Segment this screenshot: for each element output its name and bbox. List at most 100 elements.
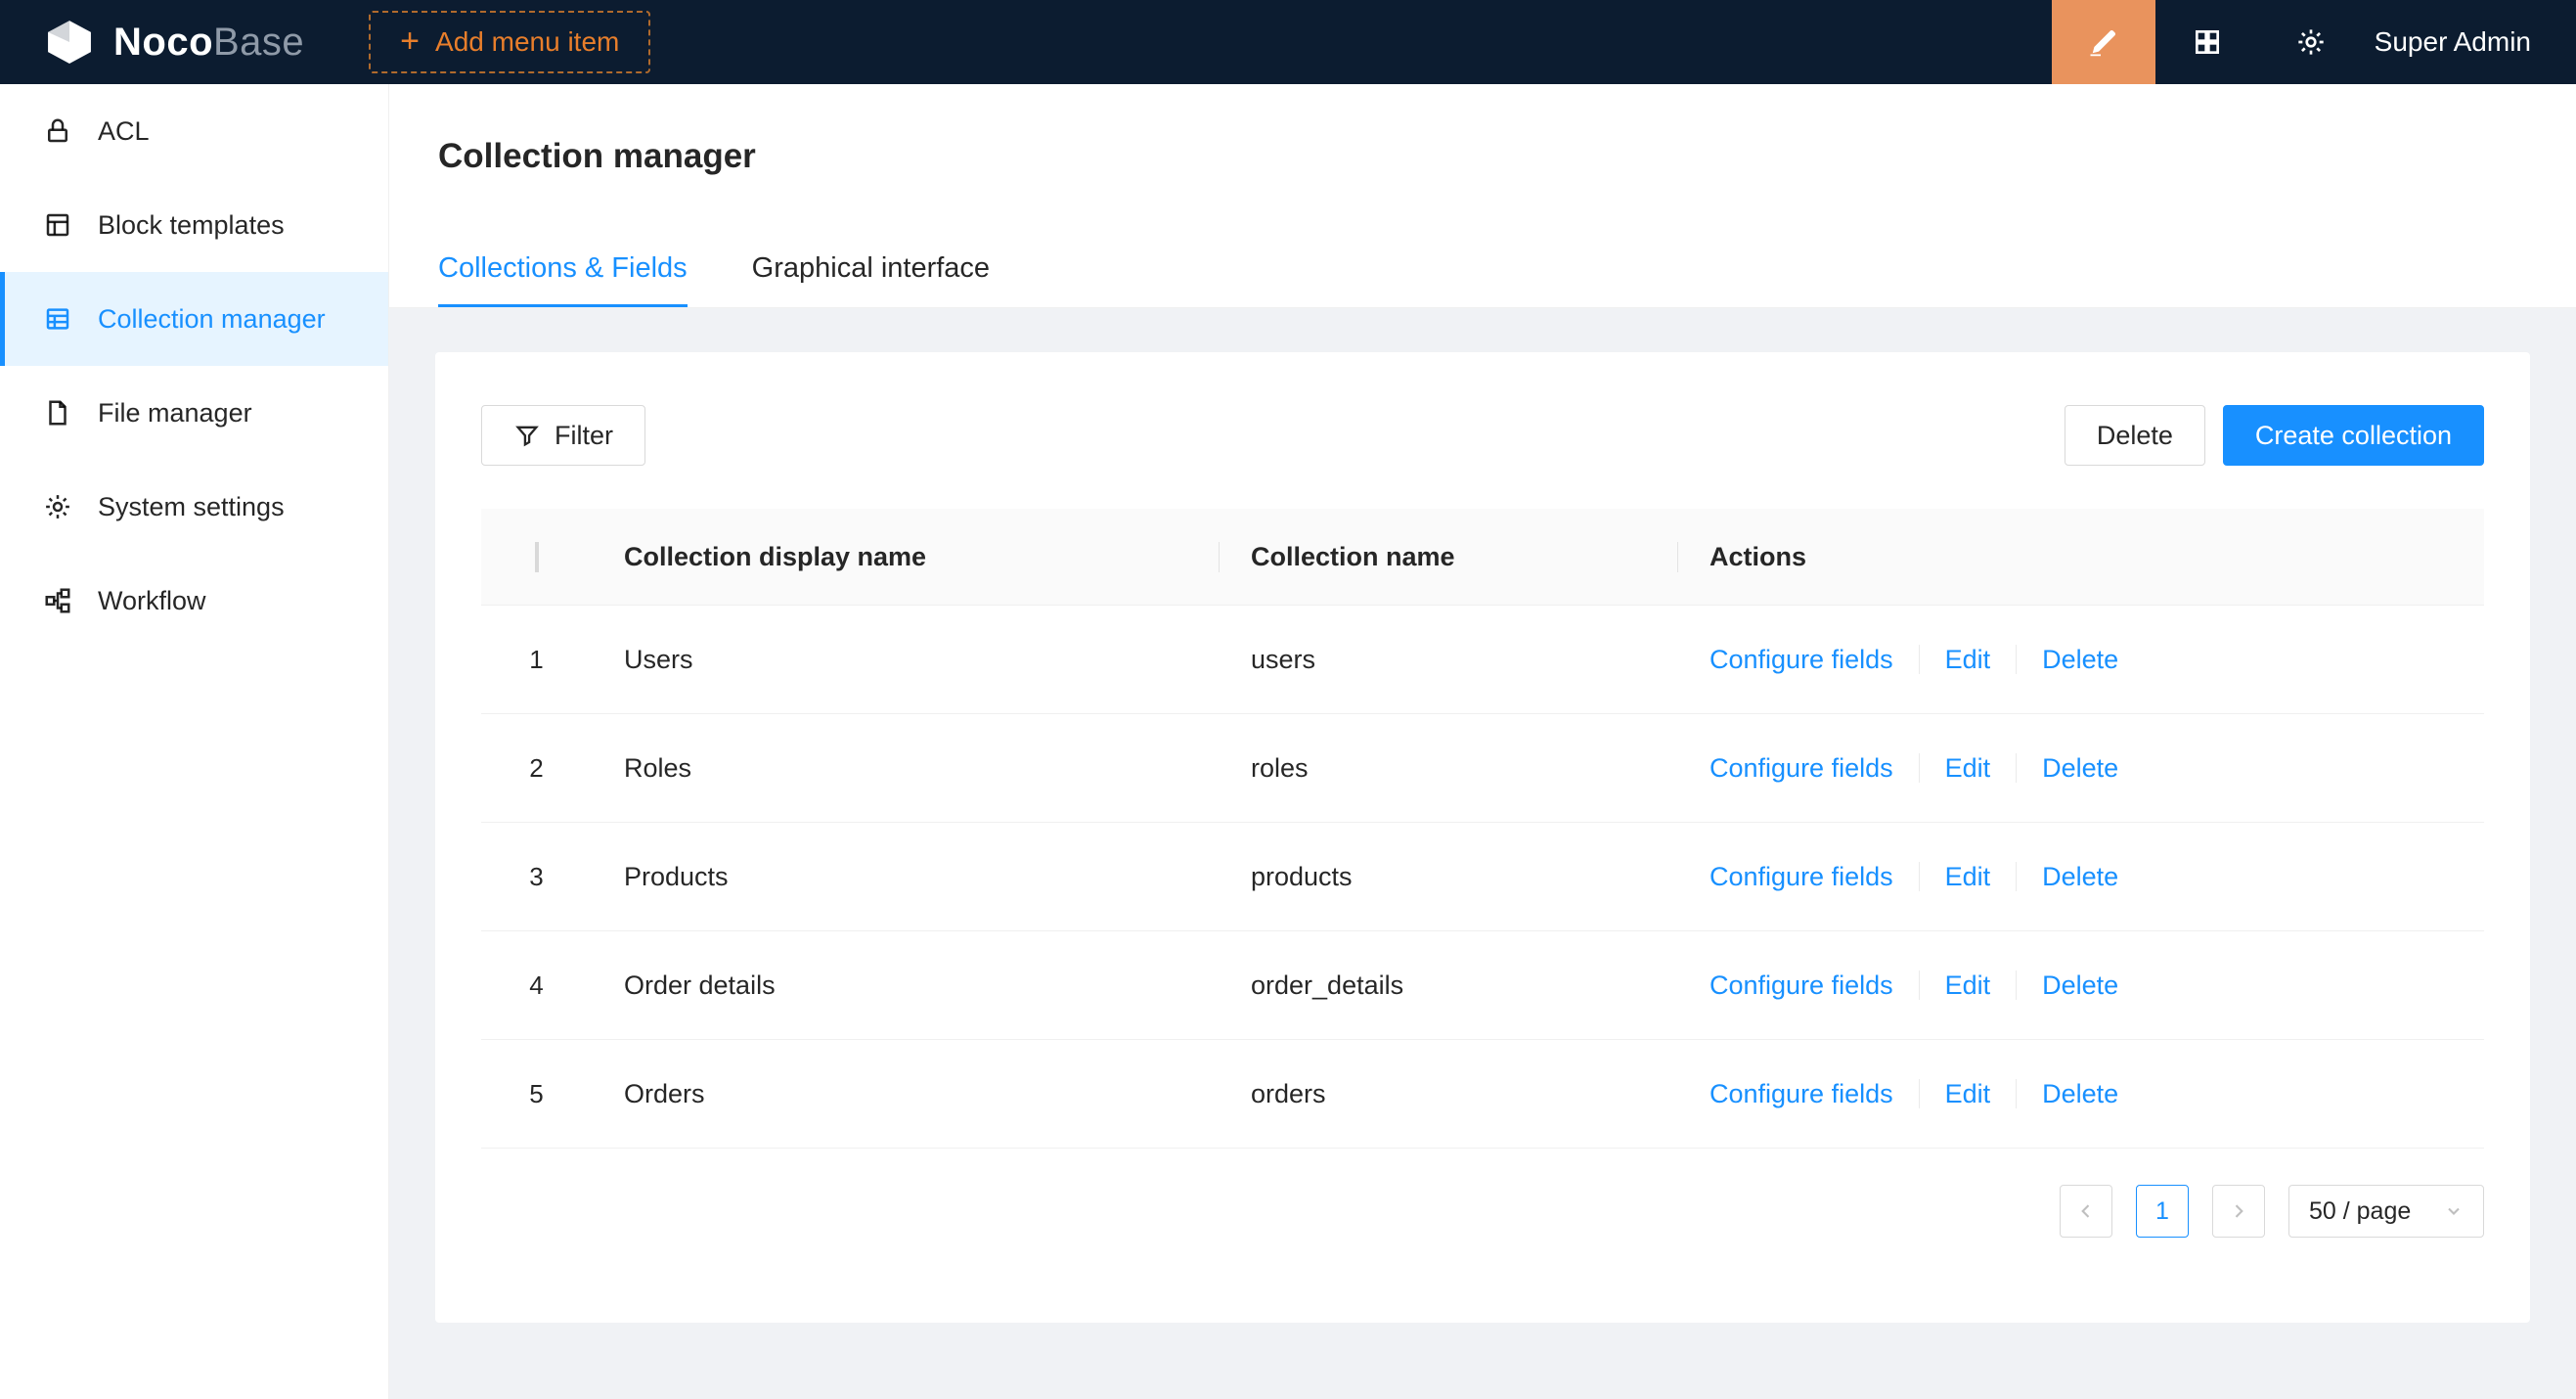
- row-collection-name: products: [1219, 862, 1677, 892]
- sidebar-item-collection-manager[interactable]: Collection manager: [0, 272, 388, 366]
- row-collection-name: users: [1219, 645, 1677, 675]
- sidebar-item-label: System settings: [98, 492, 285, 522]
- pagination-page-1[interactable]: 1: [2136, 1185, 2189, 1238]
- delete-link[interactable]: Delete: [2042, 970, 2118, 1001]
- row-actions: Configure fields Edit Delete: [1677, 970, 2484, 1001]
- row-actions: Configure fields Edit Delete: [1677, 862, 2484, 892]
- pagination-prev-button[interactable]: [2060, 1185, 2112, 1238]
- sidebar-item-label: ACL: [98, 116, 150, 147]
- nocobase-logo[interactable]: NocoBase: [0, 16, 337, 68]
- filter-button[interactable]: Filter: [481, 405, 645, 466]
- row-index: 1: [481, 645, 592, 675]
- header-checkbox-cell: [481, 542, 592, 572]
- edit-link[interactable]: Edit: [1945, 753, 1991, 784]
- edit-link[interactable]: Edit: [1945, 862, 1991, 892]
- table-row: 5 Orders orders Configure fields Edit De…: [481, 1040, 2484, 1149]
- collection-table-icon: [43, 304, 72, 334]
- filter-funnel-icon: [513, 422, 541, 449]
- row-actions: Configure fields Edit Delete: [1677, 645, 2484, 675]
- row-index: 2: [481, 753, 592, 784]
- row-display-name: Order details: [592, 970, 1219, 1001]
- toolbar-right: Delete Create collection: [2065, 405, 2484, 466]
- row-actions: Configure fields Edit Delete: [1677, 1079, 2484, 1109]
- action-divider: [2016, 645, 2017, 674]
- settings-sidebar: ACL Block templates Collection manager F…: [0, 84, 389, 1399]
- pagination: 1 50 / page: [481, 1185, 2484, 1238]
- main-area: Collection manager Collections & Fields …: [389, 0, 2576, 1399]
- row-collection-name: roles: [1219, 753, 1677, 784]
- row-display-name: Users: [592, 645, 1219, 675]
- settings-gear-icon: [2295, 26, 2327, 58]
- table-row: 4 Order details order_details Configure …: [481, 931, 2484, 1040]
- edit-link[interactable]: Edit: [1945, 970, 1991, 1001]
- plugins-button[interactable]: [2155, 0, 2259, 84]
- appstore-grid-icon: [2192, 26, 2223, 58]
- collections-card: Filter Delete Create collection Collecti…: [435, 352, 2530, 1323]
- page-size-select[interactable]: 50 / page: [2288, 1185, 2484, 1238]
- action-divider: [1919, 645, 1920, 674]
- page-size-label: 50 / page: [2309, 1197, 2411, 1226]
- delete-link[interactable]: Delete: [2042, 862, 2118, 892]
- configure-fields-link[interactable]: Configure fields: [1710, 862, 1893, 892]
- sidebar-item-acl[interactable]: ACL: [0, 84, 388, 178]
- sidebar-item-block-templates[interactable]: Block templates: [0, 178, 388, 272]
- logo-cube-icon: [43, 16, 96, 68]
- configure-fields-link[interactable]: Configure fields: [1710, 753, 1893, 784]
- sidebar-item-label: Block templates: [98, 210, 285, 241]
- sidebar-item-label: Collection manager: [98, 304, 326, 335]
- delete-link[interactable]: Delete: [2042, 645, 2118, 675]
- row-display-name: Orders: [592, 1079, 1219, 1109]
- table-row: 1 Users users Configure fields Edit Dele…: [481, 606, 2484, 714]
- add-menu-item-button[interactable]: + Add menu item: [369, 11, 650, 73]
- ui-editor-button[interactable]: [2052, 0, 2155, 84]
- row-actions: Configure fields Edit Delete: [1677, 753, 2484, 784]
- row-display-name: Roles: [592, 753, 1219, 784]
- column-header-collection-name: Collection name: [1219, 542, 1677, 572]
- header-right: Super Admin: [2052, 0, 2576, 84]
- filter-label: Filter: [555, 421, 613, 451]
- action-divider: [2016, 753, 2017, 783]
- sidebar-item-workflow[interactable]: Workflow: [0, 554, 388, 648]
- column-header-actions: Actions: [1677, 542, 2484, 572]
- delete-link[interactable]: Delete: [2042, 1079, 2118, 1109]
- sidebar-item-file-manager[interactable]: File manager: [0, 366, 388, 460]
- action-divider: [2016, 1079, 2017, 1108]
- tab-collections-fields[interactable]: Collections & Fields: [438, 251, 688, 307]
- tab-graphical-interface[interactable]: Graphical interface: [752, 251, 990, 307]
- configure-fields-link[interactable]: Configure fields: [1710, 1079, 1893, 1109]
- brand-text: NocoBase: [113, 21, 304, 65]
- toolbar: Filter Delete Create collection: [481, 405, 2484, 466]
- row-collection-name: order_details: [1219, 970, 1677, 1001]
- gear-icon: [43, 492, 72, 521]
- configure-fields-link[interactable]: Configure fields: [1710, 645, 1893, 675]
- action-divider: [1919, 862, 1920, 891]
- chevron-down-icon: [2444, 1201, 2464, 1221]
- row-index: 5: [481, 1079, 592, 1109]
- plus-icon: +: [400, 24, 420, 58]
- add-menu-item-label: Add menu item: [435, 26, 619, 58]
- delete-button[interactable]: Delete: [2065, 405, 2205, 466]
- select-all-checkbox[interactable]: [535, 542, 539, 572]
- edit-link[interactable]: Edit: [1945, 645, 1991, 675]
- row-display-name: Products: [592, 862, 1219, 892]
- edit-link[interactable]: Edit: [1945, 1079, 1991, 1109]
- table-row: 2 Roles roles Configure fields Edit Dele…: [481, 714, 2484, 823]
- create-collection-button[interactable]: Create collection: [2223, 405, 2484, 466]
- highlighter-icon: [2086, 24, 2121, 60]
- page-head: Collection manager Collections & Fields …: [389, 84, 2576, 308]
- settings-button[interactable]: [2259, 0, 2363, 84]
- workflow-icon: [43, 586, 72, 615]
- row-collection-name: orders: [1219, 1079, 1677, 1109]
- configure-fields-link[interactable]: Configure fields: [1710, 970, 1893, 1001]
- sidebar-item-system-settings[interactable]: System settings: [0, 460, 388, 554]
- user-menu[interactable]: Super Admin: [2363, 26, 2576, 58]
- sidebar-item-label: File manager: [98, 398, 252, 429]
- lock-icon: [43, 116, 72, 146]
- delete-link[interactable]: Delete: [2042, 753, 2118, 784]
- top-header: NocoBase + Add menu item Super Admin: [0, 0, 2576, 84]
- action-divider: [2016, 970, 2017, 1000]
- content-area: Filter Delete Create collection Collecti…: [389, 308, 2576, 1399]
- pagination-next-button[interactable]: [2212, 1185, 2265, 1238]
- table-row: 3 Products products Configure fields Edi…: [481, 823, 2484, 931]
- chevron-left-icon: [2076, 1201, 2096, 1221]
